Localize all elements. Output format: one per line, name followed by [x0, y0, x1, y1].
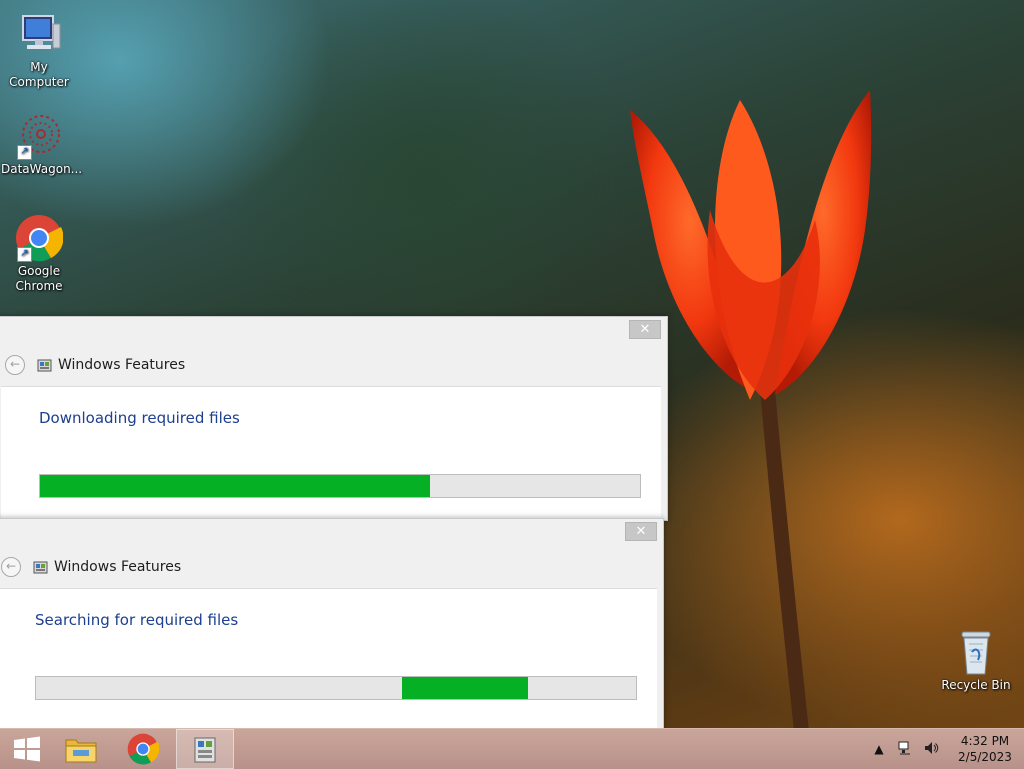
taskbar-file-explorer[interactable] [54, 729, 108, 769]
dialog-content: Searching for required files [0, 588, 657, 734]
desktop-icon-label: Recycle Bin [941, 678, 1011, 692]
back-arrow-icon[interactable]: ← [5, 355, 25, 375]
windows-features-icon [37, 358, 52, 373]
windows-features-icon [194, 737, 216, 763]
clock-date: 2/5/2023 [958, 750, 1012, 764]
progress-bar [35, 676, 637, 700]
back-arrow-icon[interactable]: ← [1, 557, 21, 577]
file-explorer-icon [65, 739, 97, 763]
close-button[interactable]: ✕ [625, 522, 657, 541]
taskbar: ▲ 4:32 PM 2/5/2023 [0, 728, 1024, 769]
shortcut-arrow-icon: ↗ [17, 247, 32, 262]
progress-bar [39, 474, 641, 498]
progress-fill [40, 475, 430, 497]
start-icon [14, 736, 40, 762]
windows-features-dialog-searching[interactable]: ✕ ← Windows Features Searching for requi… [0, 518, 664, 735]
network-icon[interactable] [896, 740, 914, 758]
taskbar-windows-features[interactable] [176, 729, 234, 769]
desktop-icon-datawagon[interactable]: ↗ DataWagon... [1, 112, 83, 177]
windows-features-icon [33, 560, 48, 575]
recycle-bin-icon [956, 630, 996, 676]
status-text: Downloading required files [39, 409, 240, 427]
dialog-title: Windows Features [54, 559, 182, 575]
show-hidden-icons-icon[interactable]: ▲ [870, 740, 888, 758]
desktop-icon-label: DataWagon... [1, 162, 83, 176]
progress-fill [402, 677, 528, 699]
dialog-title: Windows Features [58, 357, 186, 373]
dialog-header: ← Windows Features [5, 353, 185, 377]
desktop-icon-google-chrome[interactable]: ↗ Google Chrome [1, 214, 77, 294]
desktop-icon-my-computer[interactable]: My Computer [1, 10, 77, 90]
computer-icon [15, 10, 63, 58]
datawagon-icon: ↗ [15, 112, 63, 160]
desktop-icon-recycle-bin[interactable]: Recycle Bin [940, 630, 1012, 692]
dialog-header: ← Windows Features [1, 555, 181, 579]
shortcut-arrow-icon: ↗ [17, 145, 32, 160]
system-tray: ▲ 4:32 PM 2/5/2023 [866, 729, 1024, 769]
desktop-icon-label: Google Chrome [15, 264, 63, 293]
chrome-icon: ↗ [15, 214, 64, 262]
start-button[interactable] [0, 729, 54, 769]
dialog-content: Downloading required files [1, 386, 661, 520]
volume-icon[interactable] [922, 740, 940, 758]
status-text: Searching for required files [35, 611, 239, 629]
taskbar-chrome[interactable] [116, 729, 170, 769]
chrome-icon [127, 733, 159, 765]
clock-time: 4:32 PM [960, 734, 1010, 748]
close-button[interactable]: ✕ [629, 320, 661, 339]
desktop-icon-label: My Computer [9, 60, 69, 89]
taskbar-clock[interactable]: 4:32 PM 2/5/2023 [950, 733, 1020, 765]
windows-features-dialog-downloading[interactable]: ✕ ← Windows Features Downloading require… [0, 316, 668, 521]
